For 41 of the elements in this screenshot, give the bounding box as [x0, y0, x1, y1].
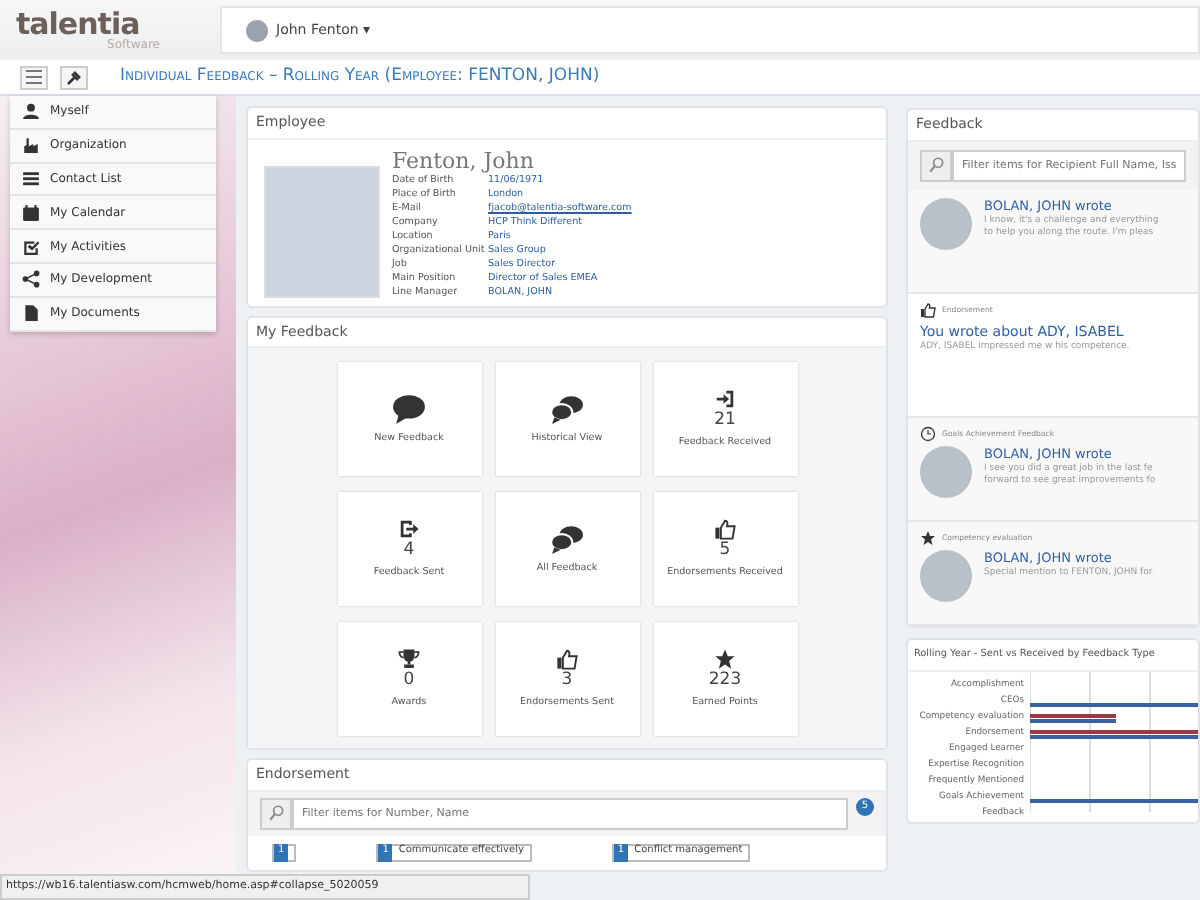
star-icon [920, 529, 936, 545]
menu-button[interactable] [20, 65, 48, 89]
tile-count: 5 [719, 542, 731, 560]
pin-icon [66, 69, 82, 85]
clock-icon [920, 425, 936, 441]
person-icon [22, 102, 40, 121]
search-button[interactable] [920, 149, 952, 181]
user-avatar [246, 19, 268, 41]
photo-placeholder [264, 165, 380, 297]
pin-button[interactable] [60, 65, 88, 89]
factory-icon [22, 136, 40, 155]
star-icon [714, 648, 736, 671]
checkbox-icon [22, 237, 40, 256]
tile-count: 223 [708, 672, 742, 690]
page-title: Individual Feedback – Rolling Year (Employee: FENTON, JOHN) [120, 64, 600, 90]
speech-bubbles-icon [550, 391, 584, 426]
thumbs-up-icon [920, 301, 936, 317]
calendar-icon [22, 203, 40, 222]
author-avatar [920, 445, 972, 497]
speech-bubble-icon [392, 391, 426, 426]
tile-count: 3 [561, 672, 573, 690]
list-icon [22, 169, 40, 188]
author-avatar [920, 197, 972, 249]
search-icon [927, 156, 945, 174]
thumbs-up-icon [556, 648, 578, 671]
document-icon [22, 304, 40, 323]
author-avatar [920, 549, 972, 601]
employee-name: Fenton, John [392, 147, 536, 173]
search-icon [267, 804, 285, 822]
tile-count: 4 [403, 542, 415, 560]
share-icon [22, 270, 40, 289]
speech-bubbles-icon [550, 521, 584, 556]
tile-count: 21 [714, 412, 736, 430]
thumbs-up-icon [714, 518, 736, 541]
search-button[interactable] [260, 797, 292, 829]
sign-in-icon [714, 388, 736, 411]
sign-out-icon [398, 518, 420, 541]
menu-icon [26, 70, 42, 84]
trophy-icon [398, 648, 420, 671]
logo-text: talentia [16, 9, 140, 39]
tile-count: 0 [403, 672, 415, 690]
